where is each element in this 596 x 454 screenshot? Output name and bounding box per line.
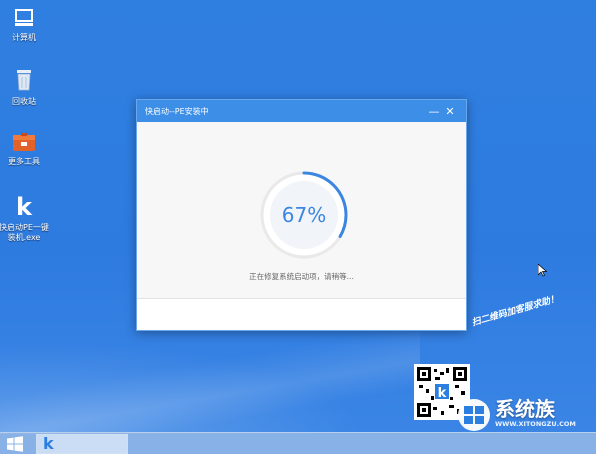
desktop-icon-label: 快启动PE一键装机.exe: [0, 223, 49, 242]
progress-percent: 67%: [281, 203, 327, 227]
toolbox-icon: [0, 132, 52, 155]
windows-start-icon[interactable]: [6, 436, 24, 452]
desktop-icon-recycle-bin[interactable]: 回收站: [0, 68, 52, 107]
recycle-bin-icon: [0, 68, 52, 95]
brand-url: WWW.XITONGZU.COM: [495, 420, 576, 428]
svg-text:k: k: [16, 194, 33, 218]
brand-watermark: 系统族 WWW.XITONGZU.COM: [455, 398, 596, 434]
window-content: 67% 正在修复系统启动项，请稍等...: [137, 122, 466, 298]
pe-install-window: 快启动--PE安装中 — ✕ 67% 正在修复系统启动项，请稍等...: [136, 99, 467, 331]
svg-text:k: k: [438, 386, 447, 401]
taskbar: k: [0, 432, 596, 454]
minimize-button[interactable]: —: [426, 105, 442, 118]
kqd-app-icon: k: [0, 193, 52, 221]
window-footer: [137, 298, 466, 330]
taskbar-app-kqd[interactable]: k: [36, 434, 128, 454]
window-title: 快启动--PE安装中: [145, 106, 209, 116]
window-titlebar[interactable]: 快启动--PE安装中 — ✕: [137, 100, 466, 122]
desktop-icon-more-tools[interactable]: 更多工具: [0, 132, 52, 167]
status-text: 正在修复系统启动项，请稍等...: [249, 272, 354, 281]
promo-text: 扫二维码加客服求助！: [470, 294, 561, 329]
computer-icon: [0, 8, 52, 31]
mouse-cursor-icon: [538, 264, 547, 277]
close-button[interactable]: ✕: [442, 105, 458, 118]
desktop-icon-kqd-installer[interactable]: k 快启动PE一键装机.exe: [0, 193, 52, 243]
brand-logo-icon: [458, 399, 490, 431]
kqd-taskbar-icon: k: [43, 434, 54, 453]
desktop-icon-computer[interactable]: 计算机: [0, 8, 52, 43]
desktop-icon-label: 更多工具: [8, 157, 40, 166]
desktop-icon-label: 回收站: [12, 97, 36, 106]
desktop-icon-label: 计算机: [12, 33, 36, 42]
brand-name: 系统族: [495, 397, 555, 421]
desktop-light-rays: [0, 324, 420, 434]
